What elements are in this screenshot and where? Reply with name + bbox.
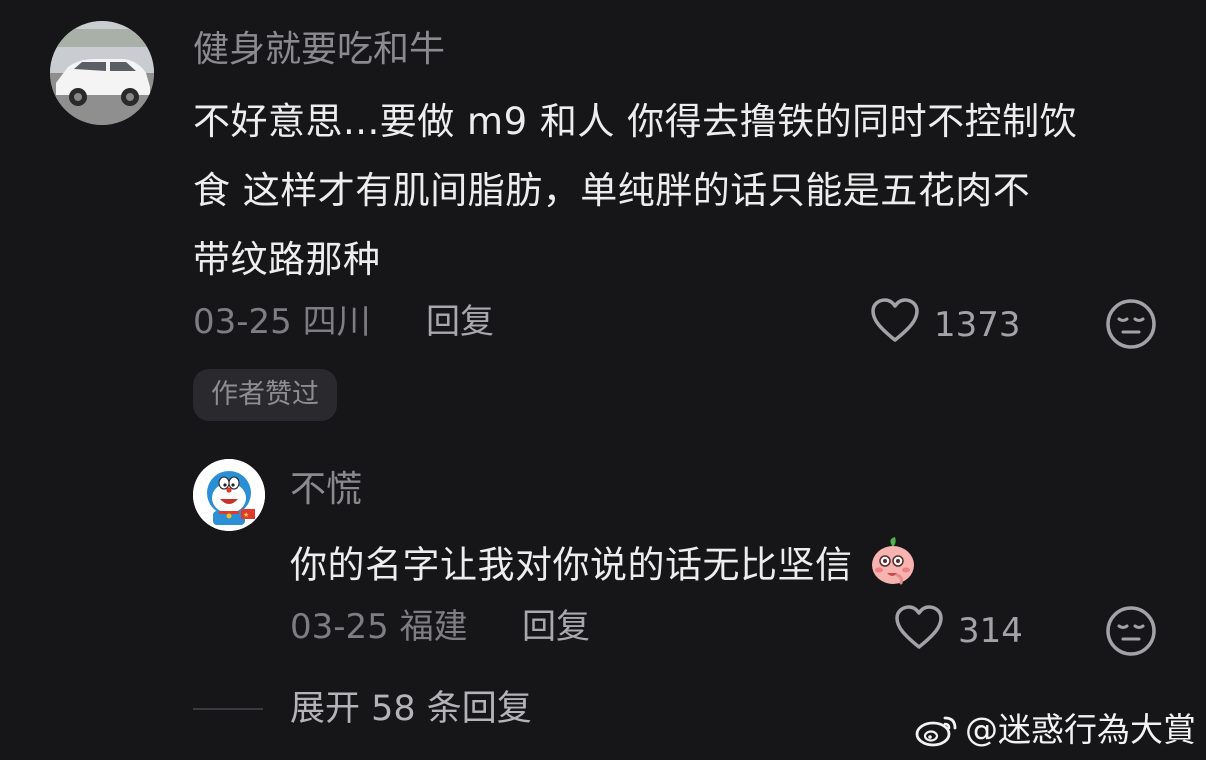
main-reply-button[interactable]: 回复 bbox=[426, 302, 494, 342]
main-like-button[interactable] bbox=[870, 298, 920, 348]
main-comment-line-1: 不好意思...要做 m9 和人 你得去撸铁的同时不控制饮 bbox=[193, 100, 1078, 143]
avatar-reply-user[interactable]: ★ bbox=[193, 459, 265, 531]
main-comment-date: 03-25 bbox=[193, 302, 292, 342]
reply-comment-text-content: 你的名字让我对你说的话无比坚信 bbox=[290, 543, 853, 587]
car-photo-icon bbox=[50, 21, 154, 125]
expand-replies-button[interactable]: 展开 58 条回复 bbox=[290, 688, 532, 730]
expand-divider bbox=[193, 708, 263, 710]
weibo-logo-icon bbox=[915, 716, 957, 747]
main-comment-text: 不好意思...要做 m9 和人 你得去撸铁的同时不控制饮 食 这样才有肌间脂肪，… bbox=[193, 87, 1183, 294]
main-comment-line-3: 带纹路那种 bbox=[193, 238, 381, 281]
main-comment-line-2: 食 这样才有肌间脂肪，单纯胖的话只能是五花肉不 bbox=[193, 169, 1031, 212]
doraemon-avatar-icon: ★ bbox=[193, 459, 265, 531]
reply-like-count: 314 bbox=[958, 611, 1023, 651]
avatar-main-user[interactable] bbox=[50, 21, 154, 125]
svg-text:★: ★ bbox=[243, 511, 249, 519]
reply-dislike-button[interactable] bbox=[1105, 605, 1157, 661]
reply-like-button[interactable] bbox=[894, 605, 944, 655]
author-liked-badge: 作者赞过 bbox=[193, 369, 337, 421]
heart-outline-icon bbox=[895, 605, 943, 649]
reply-comment-username[interactable]: 不慌 bbox=[290, 468, 362, 512]
reply-comment-text: 你的名字让我对你说的话无比坚信 bbox=[290, 535, 919, 599]
reply-reply-button[interactable]: 回复 bbox=[522, 607, 590, 647]
reply-comment-date: 03-25 bbox=[290, 607, 389, 647]
main-comment-username[interactable]: 健身就要吃和牛 bbox=[193, 28, 445, 72]
watermark-text: @迷惑行為大賞 bbox=[965, 710, 1196, 749]
neutral-face-icon bbox=[1106, 606, 1156, 656]
neutral-face-icon bbox=[1106, 299, 1156, 349]
reply-comment-location: 福建 bbox=[399, 607, 468, 647]
reply-comment-meta: 03-25 福建 bbox=[290, 607, 468, 647]
main-dislike-button[interactable] bbox=[1105, 298, 1157, 354]
main-like-count: 1373 bbox=[934, 305, 1021, 345]
peach-blush-emoji-icon bbox=[867, 535, 919, 599]
heart-outline-icon bbox=[871, 298, 919, 342]
main-comment-location: 四川 bbox=[302, 302, 371, 342]
watermark: @迷惑行為大賞 bbox=[915, 708, 1196, 752]
main-comment-meta: 03-25 四川 bbox=[193, 302, 371, 342]
